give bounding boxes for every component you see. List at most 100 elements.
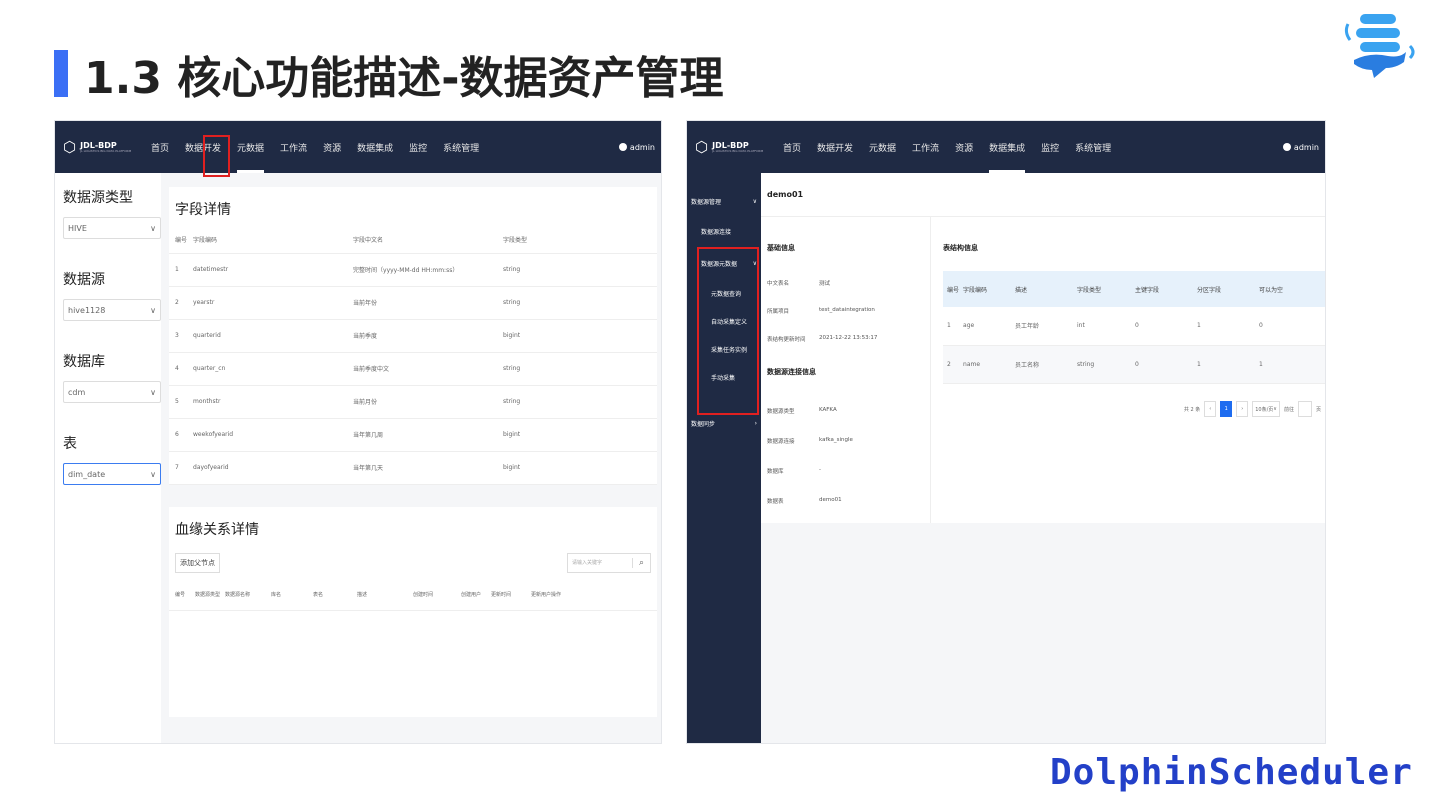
logo-hex-icon: ⬡ [63,138,77,156]
column-header: 字段类型 [1073,271,1132,307]
nav-item[interactable]: 元数据 [229,121,272,173]
table-cell: 3 [169,319,188,353]
main-nav: 首页 数据开发 元数据 工作流 资源 数据集成 监控 系统管理 [775,121,1119,173]
nav-item[interactable]: 首页 [143,121,177,173]
table-cell: 6 [169,418,188,452]
lineage-search[interactable]: 请输入关键字 ⌕ [567,552,651,573]
lineage-table-header: 编号 数据源类型 数据源名称 库名 表名 描述 创建时间 创建用户 更新时间 更新用户 操作 [169,579,657,611]
app-logo[interactable]: ⬡ JDL-BDP JL LOGISTICS BIG DATA PLATFORM [687,138,775,156]
column-header: 描述 [357,591,368,598]
main-nav: 首页 数据开发 元数据 工作流 资源 数据集成 监控 系统管理 [143,121,487,173]
main-content: 字段详情 编号 字段编码 字段中文名 字段类型 1 datetimestr 完整时间（yyy… [169,187,657,717]
column-header: 更新用户 [531,591,552,598]
nav-item[interactable]: 数据集成 [349,121,401,173]
table-cell: monthstr [187,385,348,419]
nav-item[interactable]: 数据集成 [981,121,1033,173]
tab-demo01[interactable]: demo01 [761,173,1325,217]
nav-item[interactable]: 数据开发 [809,121,861,173]
nav-item[interactable]: 元数据 [861,121,904,173]
filter-select[interactable]: cdm ∨ [63,381,161,403]
table-cell: 4 [169,352,188,386]
table-row: 3 quarterid 当前季度 bigint [169,319,657,353]
page-size-select[interactable]: 10条/页 ∨ [1252,401,1280,417]
conn-field: 数据源连接 kafka_single [767,437,853,445]
table-cell: string [497,253,657,287]
sidebar-item-connection[interactable]: 数据源连接 [701,227,731,236]
nav-item[interactable]: 资源 [947,121,981,173]
sidebar-group-datasource[interactable]: 数据源管理 ∨ [691,197,757,206]
user-menu[interactable]: admin [1282,121,1319,173]
table-cell: 当前年份 [347,286,498,320]
table-cell: 当前季度中文 [347,352,498,386]
table-cell: 1 [943,307,960,346]
table-cell: 1 [1193,345,1256,384]
pager-total: 共 2 条 [1183,406,1201,413]
filter-group: 表 dim_date ∨ [55,407,161,489]
nav-item[interactable]: 监控 [401,121,435,173]
filter-select[interactable]: hive1128 ∨ [63,299,161,321]
column-header: 表名 [313,591,324,598]
nav-item[interactable]: 系统管理 [1067,121,1119,173]
table-cell: yearstr [187,286,348,320]
app-logo[interactable]: ⬡ JDL-BDP JL LOGISTICS BIG DATA PLATFORM [55,138,143,156]
prev-page-icon[interactable]: ‹ [1204,401,1217,417]
goto-input[interactable] [1297,401,1312,417]
basic-info-title: 基础信息 [767,244,795,252]
sidebar-group-sync[interactable]: 数据同步 › [691,419,757,428]
top-navbar: ⬡ JDL-BDP JL LOGISTICS BIG DATA PLATFORM… [55,121,661,173]
conn-value: - [819,467,821,473]
search-icon[interactable]: ⌕ [632,557,650,568]
chevron-down-icon: ∨ [150,469,156,479]
search-input[interactable]: 请输入关键字 [568,559,632,566]
table-cell: age [959,307,1012,346]
nav-item[interactable]: 资源 [315,121,349,173]
conn-key: 数据源类型 [767,409,795,415]
info-field: 所属项目 test_dataintegration [767,307,875,315]
brand-wordmark: DolphinScheduler [1050,752,1413,793]
chevron-right-icon: › [754,420,757,427]
lineage-title: 血缘关系详情 [175,521,259,538]
table-cell: bigint [497,418,657,452]
avatar [618,143,627,151]
nav-item[interactable]: 工作流 [904,121,947,173]
column-header: 创建用户 [461,591,482,598]
table-row: 1 datetimestr 完整时间（yyyy-MM-dd HH:mm:ss） str… [169,253,657,287]
user-menu[interactable]: admin [618,121,655,173]
conn-field: 数据库 - [767,467,821,475]
integration-screenshot: ⬡ JDL-BDP JL LOGISTICS BIG DATA PLATFORM… [686,120,1326,744]
filter-label: 数据源类型 [63,190,133,206]
column-header: 主键字段 [1131,271,1194,307]
next-page-icon[interactable]: › [1236,401,1249,417]
column-header: 字段中文名 [347,227,498,254]
conn-value: KAFKA [819,407,837,413]
table-cell: 5 [169,385,188,419]
conn-field: 数据表 demo01 [767,497,842,505]
table-cell: string [497,286,657,320]
conn-key: 数据表 [767,499,784,505]
filter-label: 表 [63,436,77,452]
structure-table: 编号 字段编码 描述 字段类型 主键字段 分区字段 可以为空 1 age 员工年龄 int 0 1 0 2 n… [943,271,1325,384]
nav-item[interactable]: 工作流 [272,121,315,173]
add-parent-node-button[interactable]: 添加父节点 [175,552,220,573]
nav-item[interactable]: 系统管理 [435,121,487,173]
table-cell: 1 [169,253,188,287]
column-header: 操作 [551,591,562,598]
column-header: 更新时间 [491,591,512,598]
filter-select[interactable]: dim_date ∨ [63,463,161,485]
column-header: 字段编码 [959,271,1012,307]
username: admin [1293,142,1319,152]
info-value: test_dataintegration [819,307,875,313]
table-cell: 当年第几天 [347,451,498,485]
table-cell: 当前季度 [347,319,498,353]
structure-title: 表结构信息 [943,244,978,252]
table-cell: 0 [1131,307,1194,346]
nav-item[interactable]: 监控 [1033,121,1067,173]
top-navbar: ⬡ JDL-BDP JL LOGISTICS BIG DATA PLATFORM… [687,121,1325,173]
table-cell: string [1073,345,1132,384]
info-key: 中文表名 [767,281,790,287]
highlight-box [697,247,759,415]
page-number[interactable]: 1 [1220,401,1233,417]
filter-select[interactable]: HIVE ∨ [63,217,161,239]
nav-item[interactable]: 首页 [775,121,809,173]
info-field: 表结构更新时间 2021-12-22 13:53:17 [767,335,877,343]
